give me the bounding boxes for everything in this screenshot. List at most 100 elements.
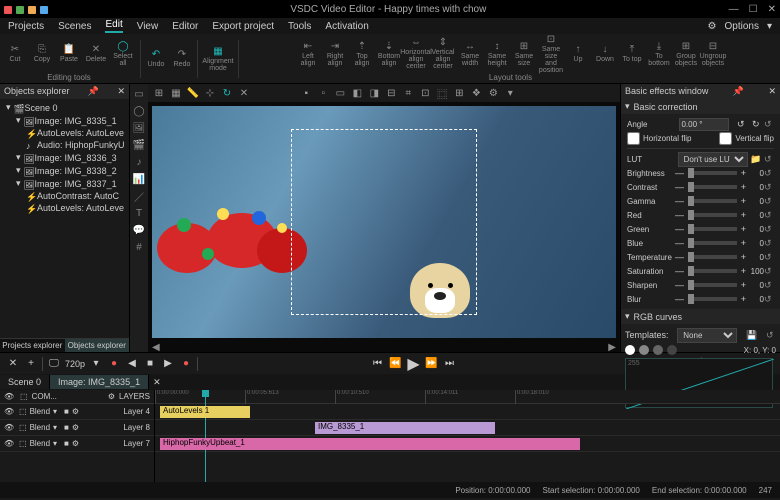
ptool-e[interactable]: ◨ xyxy=(367,86,381,100)
curve-channel-r[interactable] xyxy=(639,345,649,355)
reset-icon[interactable]: ↺ xyxy=(764,210,774,221)
options-label[interactable]: Options xyxy=(725,21,759,32)
blue-slider[interactable] xyxy=(688,241,737,245)
timeline-tracks[interactable]: 0:00:00:0000:00:05:6130:00:10:5100:00:14… xyxy=(155,390,780,482)
ptool-k[interactable]: ❖ xyxy=(469,86,483,100)
timeline-layer[interactable]: 👁⬚Blend▾■⚙Layer 8 xyxy=(0,420,154,436)
to-bottom-button[interactable]: ⤓To bottom xyxy=(646,36,672,72)
chevron-down-icon[interactable]: ▾ xyxy=(89,357,103,371)
same-height-button[interactable]: ↕Same height xyxy=(484,36,510,72)
curve-channel-b[interactable] xyxy=(667,345,677,355)
timeline-clip[interactable]: IMG_8335_1 xyxy=(315,422,495,434)
playhead[interactable] xyxy=(205,390,206,482)
tree-item[interactable]: ⚡AutoLevels: AutoLeve xyxy=(2,202,127,214)
scroll-left-icon[interactable]: ◀ xyxy=(152,342,160,353)
close-icon[interactable]: ✕ xyxy=(117,86,125,97)
ptool-j[interactable]: ⊞ xyxy=(452,86,466,100)
ptool-fit[interactable]: ⊞ xyxy=(152,86,166,100)
square-icon[interactable]: ⬚ xyxy=(19,423,27,432)
expand-icon[interactable]: ▾ xyxy=(16,178,21,189)
h-center-button[interactable]: ⇔Horizontal align center xyxy=(403,36,429,72)
tree-item[interactable]: ▾🎬Scene 0 xyxy=(2,101,127,114)
vflip-checkbox[interactable]: Vertical flip xyxy=(719,132,774,145)
reset-icon[interactable]: ↺ xyxy=(764,294,774,305)
tool-rect[interactable]: ▭ xyxy=(132,87,146,101)
tool-tooltip[interactable]: 💬 xyxy=(132,223,146,237)
timeline-ruler[interactable]: 0:00:00:0000:00:05:6130:00:10:5100:00:14… xyxy=(155,390,780,404)
monitor-icon[interactable]: 🖵 xyxy=(47,357,61,371)
save-icon[interactable]: 💾 xyxy=(746,330,757,341)
close-button[interactable]: ✕ xyxy=(768,4,776,15)
rotate-ccw-icon[interactable]: ↺ xyxy=(737,119,745,130)
ptool-refresh[interactable]: ↻ xyxy=(220,86,234,100)
step-fwd-icon[interactable]: ⏩ xyxy=(425,357,439,371)
saturation-slider[interactable] xyxy=(688,269,737,273)
expand-icon[interactable]: ▾ xyxy=(16,152,21,163)
maximize-button[interactable]: ☐ xyxy=(749,4,758,15)
gear-icon[interactable]: ⚙ xyxy=(72,407,79,416)
record2-icon[interactable]: ● xyxy=(179,357,193,371)
sharpen-slider[interactable] xyxy=(688,283,737,287)
tree-item[interactable]: ▾🖼Image: IMG_8336_3 xyxy=(2,151,127,164)
tool-ellipse[interactable]: ◯ xyxy=(132,104,146,118)
tree-item[interactable]: ▾🖼Image: IMG_8335_1 xyxy=(2,114,127,127)
menu-export[interactable]: Export project xyxy=(212,21,274,32)
expand-icon[interactable]: ▾ xyxy=(16,165,21,176)
green-slider[interactable] xyxy=(688,227,737,231)
tree-item[interactable]: ⚡AutoContrast: AutoC xyxy=(2,190,127,202)
menu-view[interactable]: View xyxy=(137,21,159,32)
reset-icon[interactable]: ↺ xyxy=(764,196,774,207)
tool-chart[interactable]: 📊 xyxy=(132,172,146,186)
menu-tools[interactable]: Tools xyxy=(288,21,311,32)
reset-icon[interactable]: ↺ xyxy=(764,119,774,130)
curve-channel-g[interactable] xyxy=(653,345,663,355)
angle-input[interactable] xyxy=(679,118,729,131)
select-all-button[interactable]: ◯Select all xyxy=(110,36,136,72)
skip-end-icon[interactable]: ⏭ xyxy=(443,357,457,371)
ptool-c[interactable]: ▭ xyxy=(333,86,347,100)
tool-image[interactable]: 🖼 xyxy=(132,121,146,135)
tree-item[interactable]: ▾🖼Image: IMG_8338_2 xyxy=(2,164,127,177)
group-button[interactable]: ⊞Group objects xyxy=(673,36,699,72)
cut-button[interactable]: ✂Cut xyxy=(2,36,28,72)
reset-icon[interactable]: ↺ xyxy=(764,266,774,277)
scroll-right-icon[interactable]: ▶ xyxy=(608,342,616,353)
reset-icon[interactable]: ↺ xyxy=(764,168,774,179)
video-preview[interactable] xyxy=(152,106,616,338)
same-pos-button[interactable]: ⊡Same size and position xyxy=(538,36,564,72)
tab-scene[interactable]: Scene 0 xyxy=(0,375,50,389)
section-basic-correction[interactable]: ▾ Basic correction xyxy=(621,99,780,114)
scrollbar[interactable] xyxy=(0,328,129,338)
ptool-grid[interactable]: ▦ xyxy=(169,86,183,100)
menu-scenes[interactable]: Scenes xyxy=(58,21,91,32)
gear-icon[interactable]: ⚙ xyxy=(708,21,717,32)
eye-icon[interactable]: 👁 xyxy=(4,439,16,448)
red-slider[interactable] xyxy=(688,213,737,217)
selection-outline[interactable] xyxy=(291,129,477,315)
copy-button[interactable]: ⎘Copy xyxy=(29,36,55,72)
ptool-gear[interactable]: ⚙ xyxy=(486,86,500,100)
chevron-down-icon[interactable]: ▾ xyxy=(53,407,57,416)
ptool-h[interactable]: ⊡ xyxy=(418,86,432,100)
templates-select[interactable]: None xyxy=(677,328,737,343)
gear-icon[interactable]: ⚙ xyxy=(108,392,115,401)
top-align-button[interactable]: ⇡Top align xyxy=(349,36,375,72)
tool-line[interactable]: ／ xyxy=(132,189,146,203)
timeline-clip[interactable]: HiphopFunkyUpbeat_1 xyxy=(160,438,580,450)
tab-projects-explorer[interactable]: Projects explorer xyxy=(0,338,65,352)
minimize-button[interactable]: — xyxy=(729,4,739,15)
v-center-button[interactable]: ⇕Vertical align center xyxy=(430,36,456,72)
alignment-mode-button[interactable]: ▦Alignment mode xyxy=(200,41,236,77)
timeline-layer[interactable]: 👁⬚Blend▾■⚙Layer 4 xyxy=(0,404,154,420)
chevron-down-icon[interactable]: ▾ xyxy=(767,21,772,32)
ptool-guides[interactable]: ⊹ xyxy=(203,86,217,100)
eye-icon[interactable]: 👁 xyxy=(4,407,16,416)
menu-edit[interactable]: Edit xyxy=(105,19,122,33)
ptool-x[interactable]: ✕ xyxy=(237,86,251,100)
expand-icon[interactable]: ▾ xyxy=(16,115,21,126)
stop-icon[interactable]: ■ xyxy=(143,357,157,371)
chevron-down-icon[interactable]: ▾ xyxy=(53,423,57,432)
reset-icon[interactable]: ↺ xyxy=(764,280,774,291)
temperature-slider[interactable] xyxy=(688,255,737,259)
gear-icon[interactable]: ⚙ xyxy=(72,423,79,432)
